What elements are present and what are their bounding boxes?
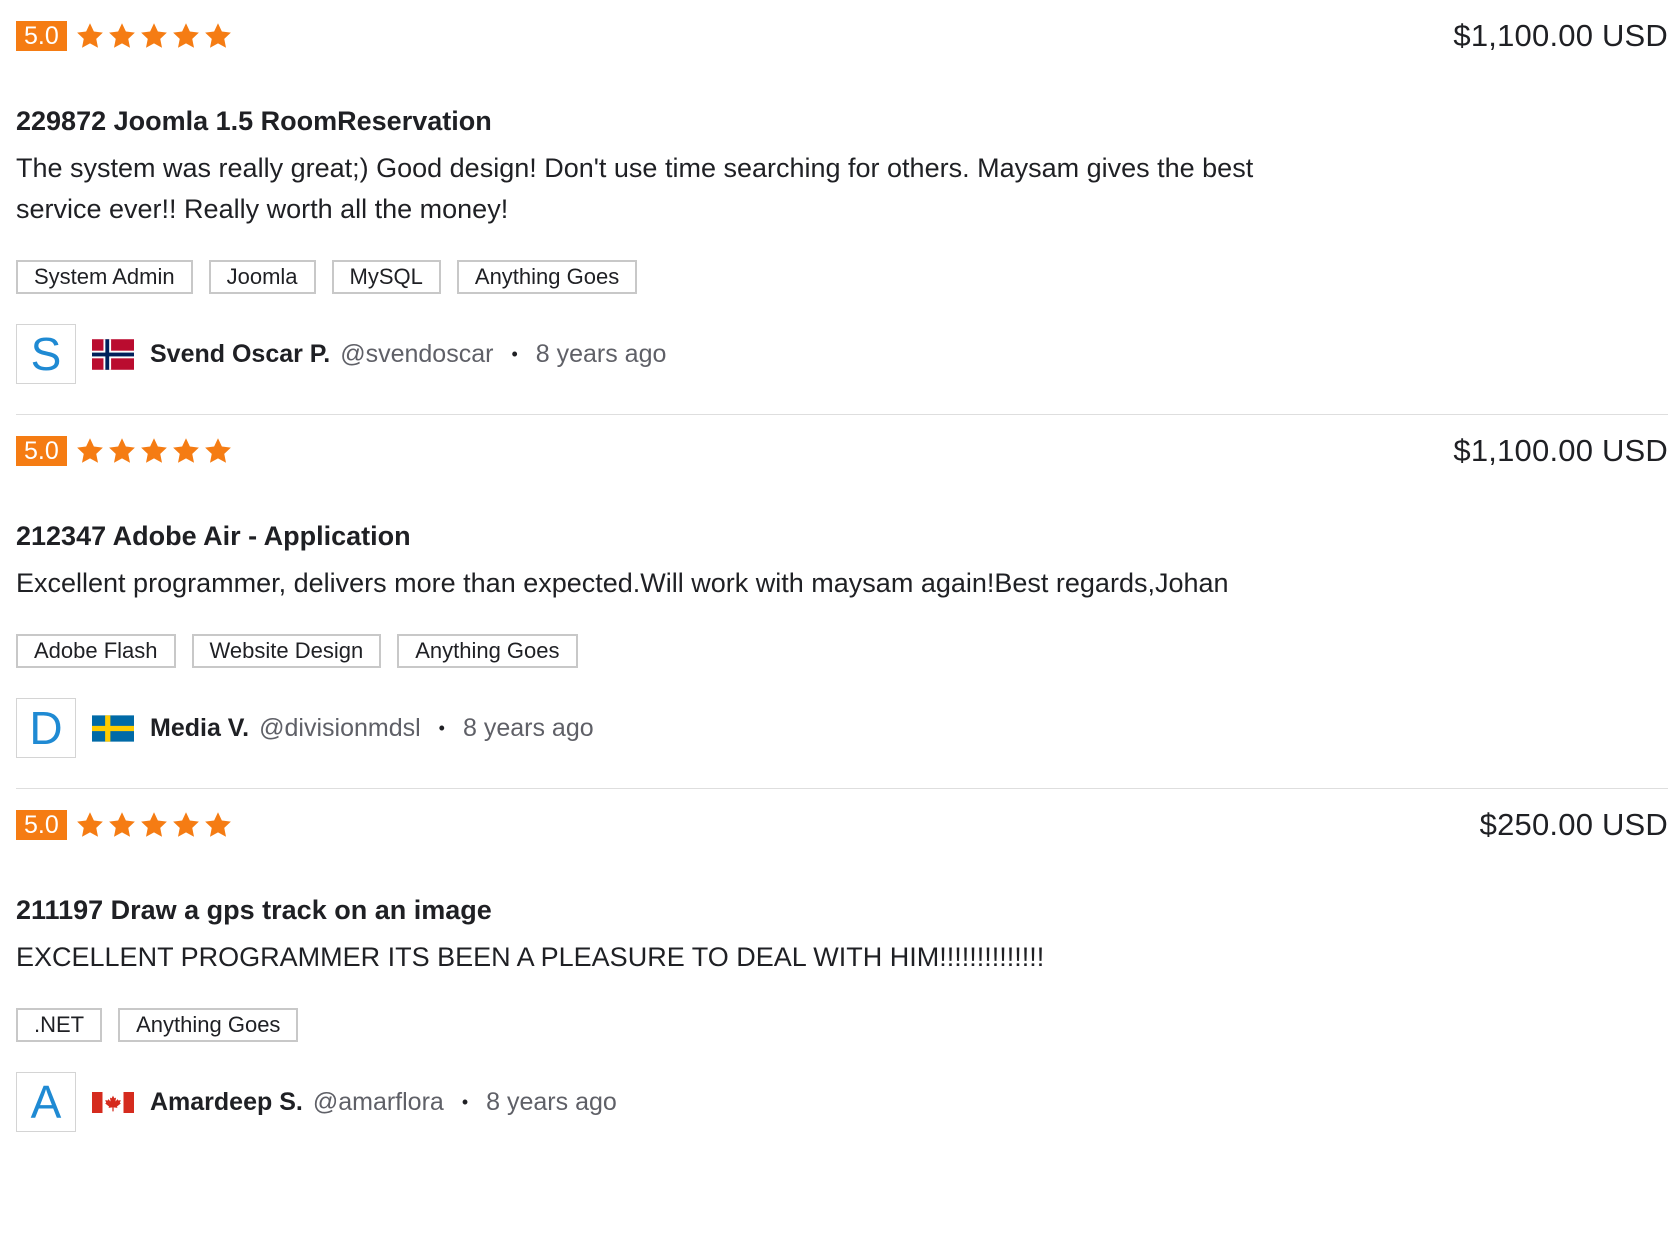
review-item: 5.0 $1,100.00 USD 229872 Joomla 1.5 Room…: [16, 0, 1668, 415]
star-icon: [172, 438, 199, 463]
reviewer-info: S Svend Oscar P. @svendoscar • 8 years a…: [16, 324, 1668, 414]
reviewer-name[interactable]: Svend Oscar P.: [150, 340, 330, 369]
reviewer-handle: @svendoscar: [340, 339, 494, 368]
reviewer-handle: @divisionmdsl: [259, 713, 421, 742]
review-item: 5.0 $1,100.00 USD 212347 Adobe Air - App…: [16, 415, 1668, 789]
skill-tag[interactable]: Joomla: [208, 260, 316, 294]
star-icon: [140, 812, 167, 837]
star-icon: [76, 23, 103, 48]
review-comment: The system was really great;) Good desig…: [16, 153, 1254, 224]
skill-tags: Adobe Flash Website Design Anything Goes: [16, 634, 1668, 668]
sweden-flag-icon: [92, 714, 134, 742]
separator-dot: •: [461, 1091, 469, 1112]
project-price: $250.00 USD: [1479, 807, 1668, 842]
rating-row: 5.0 $1,100.00 USD: [16, 0, 1668, 53]
project-title: 211197 Draw a gps track on an image: [16, 895, 492, 925]
rating-group: 5.0: [16, 21, 235, 51]
skill-tag[interactable]: Anything Goes: [397, 634, 578, 668]
rating-group: 5.0: [16, 810, 235, 840]
skill-tag[interactable]: System Admin: [16, 260, 193, 294]
star-icon: [204, 812, 231, 837]
rating-row: 5.0 $250.00 USD: [16, 789, 1668, 842]
review-item: 5.0 $250.00 USD 211197 Draw a gps track …: [16, 789, 1668, 1162]
star-icon: [140, 23, 167, 48]
reviewer-info: D Media V. @divisionmdsl • 8 years ago: [16, 698, 1668, 788]
rating-badge: 5.0: [16, 436, 67, 466]
canada-flag-icon: [92, 1091, 134, 1113]
skill-tag[interactable]: Adobe Flash: [16, 634, 176, 668]
review-comment: Excellent programmer, delivers more than…: [16, 568, 1229, 598]
avatar[interactable]: S: [16, 324, 76, 384]
review-comment: EXCELLENT PROGRAMMER ITS BEEN A PLEASURE…: [16, 942, 1045, 972]
norway-flag-icon: [92, 338, 134, 370]
project-price: $1,100.00 USD: [1453, 18, 1668, 53]
separator-dot: •: [438, 717, 445, 738]
skill-tags: .NET Anything Goes: [16, 1008, 1668, 1042]
skill-tag[interactable]: Anything Goes: [456, 260, 638, 294]
skill-tag[interactable]: MySQL: [331, 260, 441, 294]
skill-tag[interactable]: Website Design: [191, 634, 382, 668]
rating-badge: 5.0: [16, 810, 67, 840]
star-icon: [108, 23, 135, 48]
star-rating: [75, 436, 235, 466]
separator-dot: •: [511, 343, 518, 364]
skill-tags: System Admin Joomla MySQL Anything Goes: [16, 260, 1668, 294]
star-icon: [76, 812, 103, 837]
star-icon: [172, 23, 199, 48]
review-time: 8 years ago: [462, 713, 594, 742]
project-price: $1,100.00 USD: [1453, 433, 1668, 468]
star-rating: [75, 21, 235, 51]
reviewer-name[interactable]: Amardeep S.: [150, 1088, 303, 1117]
avatar[interactable]: A: [16, 1072, 76, 1132]
star-icon: [108, 438, 135, 463]
reviewer-info: A Amardeep S. @amarflora • 8 years ago: [16, 1072, 1668, 1162]
rating-group: 5.0: [16, 436, 235, 466]
star-icon: [108, 812, 135, 837]
star-rating: [75, 810, 235, 840]
star-icon: [172, 812, 199, 837]
reviews-list: 5.0 $1,100.00 USD 229872 Joomla 1.5 Room…: [16, 0, 1668, 1162]
review-time: 8 years ago: [486, 1087, 617, 1116]
review-time: 8 years ago: [535, 339, 667, 368]
star-icon: [204, 438, 231, 463]
reviewer-name[interactable]: Media V.: [150, 714, 249, 743]
project-title: 212347 Adobe Air - Application: [16, 521, 411, 551]
skill-tag[interactable]: .NET: [16, 1008, 103, 1042]
skill-tag[interactable]: Anything Goes: [118, 1008, 299, 1042]
star-icon: [204, 23, 231, 48]
star-icon: [140, 438, 167, 463]
rating-badge: 5.0: [16, 21, 67, 51]
rating-row: 5.0 $1,100.00 USD: [16, 415, 1668, 468]
avatar[interactable]: D: [16, 698, 76, 758]
project-title: 229872 Joomla 1.5 RoomReservation: [16, 106, 492, 136]
star-icon: [76, 438, 103, 463]
reviewer-handle: @amarflora: [312, 1087, 444, 1116]
